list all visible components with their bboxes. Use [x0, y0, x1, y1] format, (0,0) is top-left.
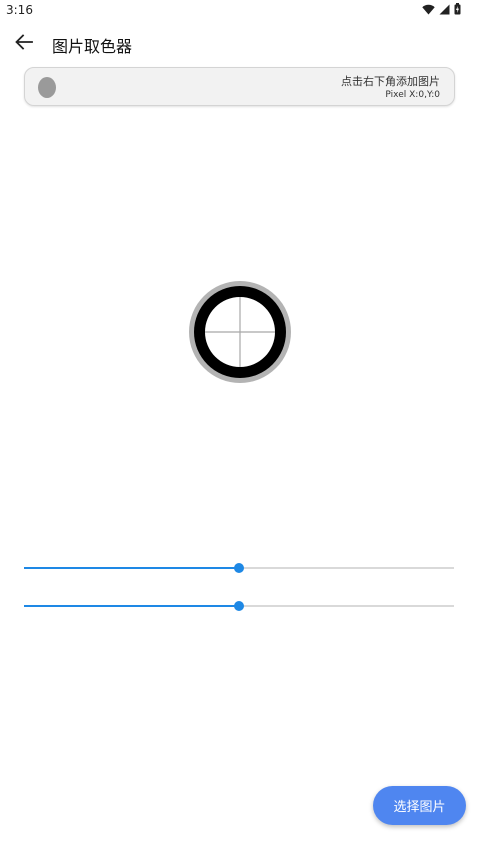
- slider-thumb[interactable]: [234, 601, 244, 611]
- slider-fill: [24, 605, 239, 607]
- pixel-x: X:0: [409, 90, 425, 100]
- pixel-label: Pixel: [385, 90, 407, 100]
- app-bar: 图片取色器: [0, 24, 479, 64]
- wifi-icon: [422, 4, 435, 15]
- pixel-y: Y:0: [426, 90, 440, 100]
- status-icons: [422, 3, 461, 15]
- add-image-hint: 点击右下角添加图片: [341, 75, 440, 88]
- color-picker-loupe[interactable]: [188, 280, 292, 384]
- arrow-left-icon: [15, 34, 33, 54]
- page-title: 图片取色器: [52, 37, 133, 56]
- slider-thumb[interactable]: [234, 563, 244, 573]
- slider-horizontal[interactable]: [24, 560, 454, 576]
- screen: 3:16 图片取色器 点击右下角添加图片 Pixel X:0,Y:0 选择图片: [0, 0, 479, 852]
- slider-fill: [24, 567, 239, 569]
- status-bar: 3:16: [0, 0, 479, 22]
- cell-signal-icon: [439, 4, 450, 15]
- battery-icon: [454, 3, 461, 15]
- select-image-button[interactable]: 选择图片: [373, 786, 466, 825]
- pixel-coordinate-readout: Pixel X:0,Y:0: [385, 90, 440, 100]
- color-info-card: 点击右下角添加图片 Pixel X:0,Y:0: [24, 67, 455, 106]
- status-time: 3:16: [6, 3, 33, 17]
- back-button[interactable]: [10, 30, 38, 58]
- crosshair-icon: [189, 281, 291, 383]
- color-swatch: [38, 77, 56, 98]
- slider-vertical[interactable]: [24, 598, 454, 614]
